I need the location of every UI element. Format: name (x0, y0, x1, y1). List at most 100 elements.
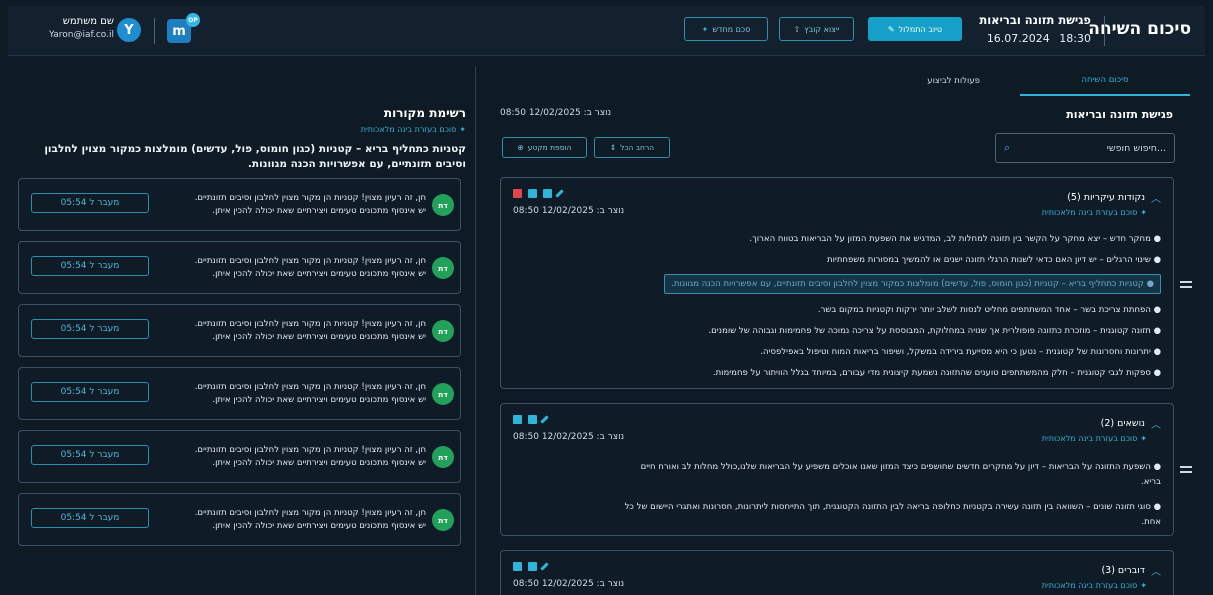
improve-transcript-button[interactable]: ✎ טיוב התמלול (868, 17, 962, 41)
header-divider (154, 18, 155, 44)
source-text: חן, זה רעיון מצוין! קטניות הן מקור מצוין… (194, 445, 426, 468)
meeting-date: 16.07.2024 (986, 32, 1050, 45)
list-item: ● הפחתת צריכת בשר – אחד המשתתפים מחליט ל… (817, 305, 1161, 315)
copy-icon[interactable] (528, 562, 537, 571)
edit-icon[interactable] (540, 415, 549, 424)
source-text: חן, זה רעיון מצוין! קטניות הן מקור מצוין… (194, 382, 426, 405)
chevron-up-icon[interactable]: ︿ (1151, 416, 1161, 431)
export-file-button[interactable]: ⇧ ייצוא קובץ (779, 17, 854, 41)
list-item: ● מחקר חדש – יצא מחקר על הקשר בין תזונה … (749, 234, 1161, 244)
plus-circle-icon: ⊕ (517, 143, 524, 152)
list-item: ● יתרונות וחסרונות של קטוגנית – נטען כי … (760, 347, 1161, 357)
created-timestamp: נוצר ב: 12/02/2025 08:50 (500, 108, 612, 118)
search-icon: ⌕ (1004, 141, 1011, 154)
jump-to-time-button[interactable]: מעבר ל 05:54 (31, 319, 149, 339)
sparkle-icon: ✦ (1140, 434, 1147, 443)
speaker-avatar: דת (432, 257, 454, 279)
sources-ai-tag: ✦ סוכם בעזרת בינה מלאכותית (360, 125, 466, 134)
mail-icon[interactable] (513, 415, 522, 424)
source-text: חן, זה רעיון מצוין! קטניות הן מקור מצוין… (194, 256, 426, 279)
source-card: דת חן, זה רעיון מצוין! קטניות הן מקור מצ… (18, 304, 461, 357)
section-ai-tag: ✦ סוכם בעזרת בינה מלאכותית (1041, 434, 1147, 443)
chevron-up-icon[interactable]: ︿ (1151, 190, 1161, 205)
chevron-updown-icon: ⇕ (609, 143, 617, 152)
section-created: נוצר ב: 12/02/2025 08:50 (513, 579, 625, 589)
source-text: חן, זה רעיון מצוין! קטניות הן מקור מצוין… (194, 508, 426, 531)
section-ai-tag: ✦ סוכם בעזרת בינה מלאכותית (1041, 208, 1147, 217)
sparkle-icon: ✦ (701, 24, 709, 34)
logo-badge: OP (186, 13, 200, 27)
list-item: ● סוגי תזונה שונים – השוואה בין תזונה עש… (624, 502, 1161, 527)
jump-to-time-button[interactable]: מעבר ל 05:54 (31, 193, 149, 213)
delete-icon[interactable] (513, 189, 522, 198)
source-card: דת חן, זה רעיון מצוין! קטניות הן מקור מצ… (18, 430, 461, 483)
list-item: ● השפעת התזונה על הבריאות – דיון על מחקר… (640, 462, 1161, 487)
list-item: ● תזונה קטוגנית – מוזכרת כתזונה פופולרית… (708, 326, 1161, 336)
avatar[interactable]: Y (117, 18, 141, 42)
source-text: חן, זה רעיון מצוין! קטניות הן מקור מצוין… (194, 193, 426, 216)
sources-title: רשימת מקורות (383, 106, 466, 120)
jump-to-time-button[interactable]: מעבר ל 05:54 (31, 508, 149, 528)
copy-icon[interactable] (528, 415, 537, 424)
sparkle-icon: ✦ (1140, 581, 1147, 590)
source-card: דת חן, זה רעיון מצוין! קטניות הן מקור מצ… (18, 241, 461, 294)
search-input[interactable]: ⌕ חיפוש חופשי... (995, 133, 1175, 163)
expand-all-button[interactable]: ⇕ הרחב הכל (594, 137, 670, 158)
source-card: דת חן, זה רעיון מצוין! קטניות הן מקור מצ… (18, 367, 461, 420)
tab-action-items[interactable]: פעולות לביצוע (927, 76, 980, 86)
source-text: חן, זה רעיון מצוין! קטניות הן מקור מצוין… (194, 319, 426, 342)
sparkle-icon: ✦ (1140, 208, 1147, 217)
section-title[interactable]: ︿ נושאים (2) (1101, 416, 1161, 431)
summary-section-key-points: ︿ נקודות עיקריות (5) ✦ סוכם בעזרת בינה מ… (500, 177, 1174, 389)
meeting-subtitle: פגישת תזונה ובריאות (1066, 108, 1173, 121)
tab-summary[interactable]: סיכום השיחה (1020, 66, 1190, 96)
copy-icon[interactable] (543, 189, 552, 198)
edit-icon: ✎ (887, 24, 895, 34)
sparkle-icon: ✦ (459, 125, 466, 134)
jump-to-time-button[interactable]: מעבר ל 05:54 (31, 445, 149, 465)
speaker-avatar: דת (432, 383, 454, 405)
section-actions (513, 562, 549, 571)
speaker-avatar: דת (432, 320, 454, 342)
source-card: דת חן, זה רעיון מצוין! קטניות הן מקור מצ… (18, 178, 461, 231)
edit-icon[interactable] (540, 562, 549, 571)
mail-icon[interactable] (528, 189, 537, 198)
speaker-avatar: דת (432, 446, 454, 468)
mail-icon[interactable] (513, 562, 522, 571)
sources-panel: רשימת מקורות ✦ סוכם בעזרת בינה מלאכותית … (8, 58, 476, 595)
meeting-info: פגישת תזונה ובריאות 16.07.2024 18:30 (979, 13, 1091, 45)
section-title[interactable]: ︿ נקודות עיקריות (5) (1067, 190, 1161, 205)
section-title[interactable]: ︿ דוברים (3) (1101, 563, 1161, 578)
speaker-avatar: דת (432, 194, 454, 216)
upload-icon: ⇧ (793, 24, 801, 34)
drag-handle-icon[interactable] (1180, 281, 1192, 291)
section-actions (513, 189, 564, 198)
resummarize-button[interactable]: ✦ סכם מחדש (684, 17, 768, 41)
edit-icon[interactable] (555, 189, 564, 198)
user-info[interactable]: שם משתמש Yaron@iaf.co.il (34, 16, 114, 40)
user-email: Yaron@iaf.co.il (48, 30, 114, 40)
jump-to-time-button[interactable]: מעבר ל 05:54 (31, 256, 149, 276)
app-header: סיכום השיחה פגישת תזונה ובריאות 16.07.20… (8, 6, 1205, 56)
chevron-up-icon[interactable]: ︿ (1151, 563, 1161, 578)
section-created: נוצר ב: 12/02/2025 08:50 (513, 206, 625, 216)
list-item-highlighted[interactable]: ● קטניות כתחליף בריא – קטניות (כגון חומו… (664, 274, 1161, 294)
section-ai-tag: ✦ סוכם בעזרת בינה מלאכותית (1041, 581, 1147, 590)
meeting-time: 18:30 (1059, 32, 1091, 45)
add-section-button[interactable]: ⊕ הוספת מקטע (502, 137, 587, 158)
panel-divider (475, 66, 476, 595)
section-actions (513, 415, 549, 424)
speaker-avatar: דת (432, 509, 454, 531)
summary-section-topics: ︿ נושאים (2) ✦ סוכם בעזרת בינה מלאכותית … (500, 403, 1174, 536)
drag-handle-icon[interactable] (1180, 466, 1192, 476)
list-item: ● שינוי הרגלים – יש דיון האם כדאי לשנות … (827, 255, 1161, 265)
meeting-datetime: 16.07.2024 18:30 (979, 32, 1091, 45)
header-divider (1104, 16, 1105, 46)
user-name: שם משתמש (62, 16, 114, 27)
summary-section-speakers: ︿ דוברים (3) ✦ סוכם בעזרת בינה מלאכותית … (500, 550, 1174, 595)
source-card: דת חן, זה רעיון מצוין! קטניות הן מקור מצ… (18, 493, 461, 546)
sources-description: קטניות כתחליף בריא – קטניות (כגון חומוס,… (44, 143, 466, 170)
list-item: ● ספקות לגבי קטוגנית – חלק מהמשתתפים טוע… (712, 368, 1161, 378)
section-created: נוצר ב: 12/02/2025 08:50 (513, 432, 625, 442)
jump-to-time-button[interactable]: מעבר ל 05:54 (31, 382, 149, 402)
